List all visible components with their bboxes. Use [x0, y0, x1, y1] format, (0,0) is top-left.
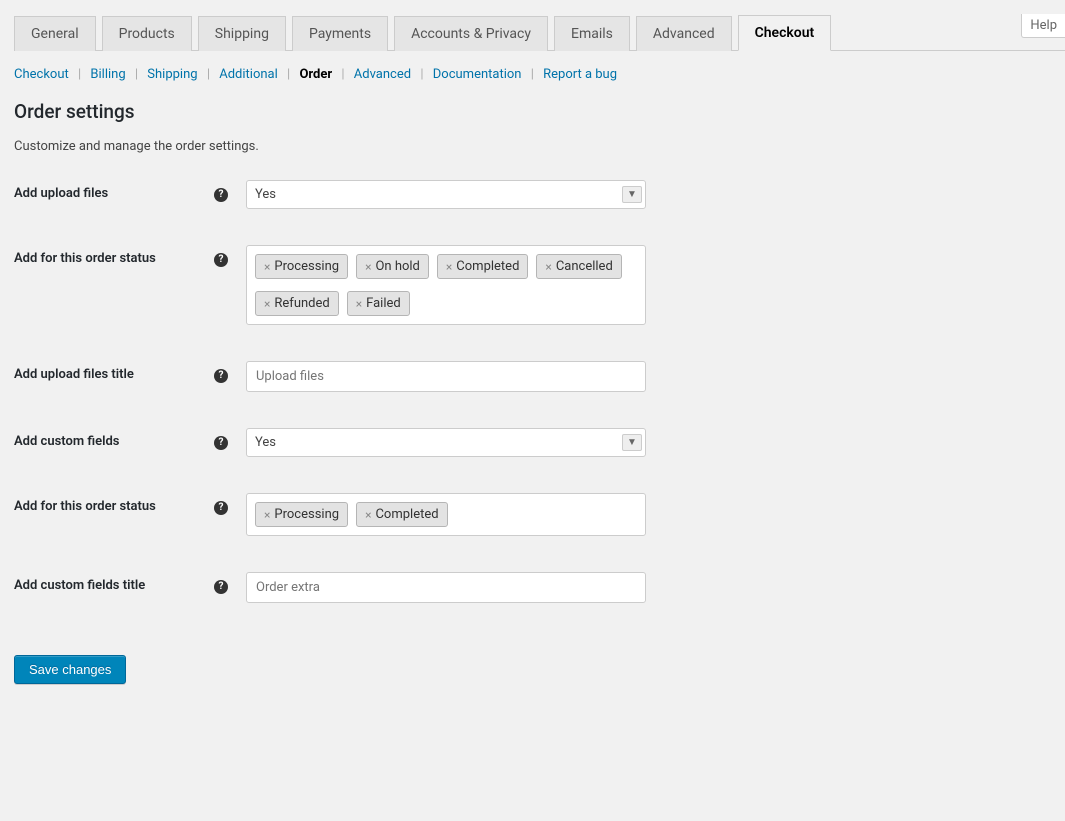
close-icon[interactable]: × — [264, 508, 270, 522]
subtab-shipping[interactable]: Shipping — [147, 67, 197, 82]
input-custom-title[interactable] — [246, 572, 646, 603]
chevron-down-icon: ▼ — [622, 434, 642, 451]
tag-label: On hold — [375, 259, 419, 274]
tag-completed[interactable]: × Completed — [356, 502, 448, 527]
help-icon[interactable]: ? — [214, 428, 246, 450]
row-custom-order-status: Add for this order status ? × Processing … — [14, 493, 1051, 536]
settings-form: Add upload files ? Yes ▼ Add for this or… — [14, 180, 1051, 603]
close-icon[interactable]: × — [545, 260, 551, 274]
tab-advanced[interactable]: Advanced — [636, 16, 732, 51]
close-icon[interactable]: × — [356, 297, 362, 311]
help-icon[interactable]: ? — [214, 245, 246, 267]
select-value: Yes — [255, 435, 276, 450]
select-add-custom-fields[interactable]: Yes ▼ — [246, 428, 646, 457]
select-add-upload-files[interactable]: Yes ▼ — [246, 180, 646, 209]
help-icon[interactable]: ? — [214, 180, 246, 202]
help-icon[interactable]: ? — [214, 572, 246, 594]
subtab-order[interactable]: Order — [299, 67, 332, 82]
separator: | — [287, 67, 290, 82]
tab-payments[interactable]: Payments — [292, 16, 388, 51]
close-icon[interactable]: × — [264, 260, 270, 274]
subtab-billing[interactable]: Billing — [90, 67, 125, 82]
tag-label: Failed — [366, 296, 401, 311]
tag-processing[interactable]: × Processing — [255, 254, 348, 279]
tag-completed[interactable]: × Completed — [437, 254, 529, 279]
main-tabs: General Products Shipping Payments Accou… — [14, 14, 1065, 51]
tab-checkout[interactable]: Checkout — [738, 15, 832, 51]
label-upload-order-status: Add for this order status — [14, 245, 214, 266]
close-icon[interactable]: × — [365, 508, 371, 522]
separator: | — [531, 67, 534, 82]
close-icon[interactable]: × — [365, 260, 371, 274]
input-upload-title[interactable] — [246, 361, 646, 392]
multiselect-custom-status[interactable]: × Processing × Completed — [246, 493, 646, 536]
tag-processing[interactable]: × Processing — [255, 502, 348, 527]
page-description: Customize and manage the order settings. — [14, 139, 1051, 154]
row-add-upload-files: Add upload files ? Yes ▼ — [14, 180, 1051, 209]
help-icon[interactable]: ? — [214, 361, 246, 383]
tab-shipping[interactable]: Shipping — [198, 16, 286, 51]
tag-refunded[interactable]: × Refunded — [255, 291, 339, 316]
sub-tabs: Checkout | Billing | Shipping | Addition… — [14, 67, 1051, 82]
tag-label: Refunded — [274, 296, 329, 311]
label-add-upload-files: Add upload files — [14, 180, 214, 201]
tag-failed[interactable]: × Failed — [347, 291, 410, 316]
label-upload-title: Add upload files title — [14, 361, 214, 382]
help-tab[interactable]: Help — [1021, 14, 1065, 38]
tag-label: Cancelled — [556, 259, 613, 274]
tag-label: Completed — [456, 259, 519, 274]
close-icon[interactable]: × — [446, 260, 452, 274]
row-upload-title: Add upload files title ? — [14, 361, 1051, 392]
separator: | — [78, 67, 81, 82]
chevron-down-icon: ▼ — [622, 186, 642, 203]
tab-accounts-privacy[interactable]: Accounts & Privacy — [394, 16, 548, 51]
tag-label: Processing — [274, 259, 339, 274]
row-custom-title: Add custom fields title ? — [14, 572, 1051, 603]
separator: | — [207, 67, 210, 82]
close-icon[interactable]: × — [264, 297, 270, 311]
label-custom-order-status: Add for this order status — [14, 493, 214, 514]
multiselect-upload-status[interactable]: × Processing × On hold × Completed × Cancell… — [246, 245, 646, 325]
tag-label: Completed — [375, 507, 438, 522]
tag-on-hold[interactable]: × On hold — [356, 254, 429, 279]
separator: | — [341, 67, 344, 82]
subtab-documentation[interactable]: Documentation — [433, 67, 522, 82]
label-add-custom-fields: Add custom fields — [14, 428, 214, 449]
subtab-checkout[interactable]: Checkout — [14, 67, 69, 82]
save-button[interactable]: Save changes — [14, 655, 126, 684]
select-value: Yes — [255, 187, 276, 202]
help-icon[interactable]: ? — [214, 493, 246, 515]
subtab-advanced[interactable]: Advanced — [354, 67, 411, 82]
row-add-custom-fields: Add custom fields ? Yes ▼ — [14, 428, 1051, 457]
label-custom-title: Add custom fields title — [14, 572, 214, 593]
tab-products[interactable]: Products — [102, 16, 192, 51]
tag-cancelled[interactable]: × Cancelled — [536, 254, 621, 279]
subtab-report-bug[interactable]: Report a bug — [543, 67, 617, 82]
page-title: Order settings — [14, 100, 1051, 123]
subtab-additional[interactable]: Additional — [219, 67, 278, 82]
tag-label: Processing — [274, 507, 339, 522]
tab-emails[interactable]: Emails — [554, 16, 630, 51]
separator: | — [420, 67, 423, 82]
tab-general[interactable]: General — [14, 16, 96, 51]
separator: | — [135, 67, 138, 82]
row-upload-order-status: Add for this order status ? × Processing … — [14, 245, 1051, 325]
